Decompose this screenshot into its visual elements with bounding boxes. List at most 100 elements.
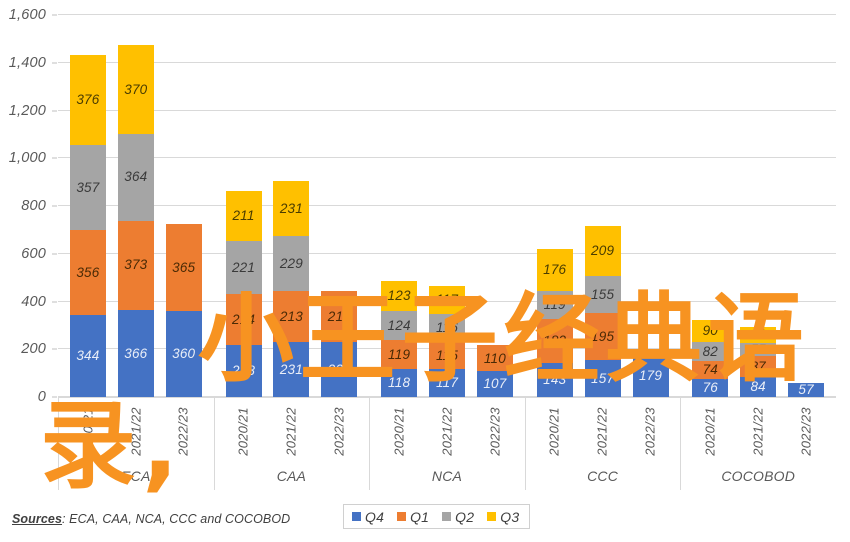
bar-segment-q3[interactable]: 211 (225, 190, 262, 242)
bar-segment-q3[interactable]: 209 (584, 226, 621, 276)
y-axis-tick-label: 1,600 (8, 7, 46, 23)
bar-segment-q2[interactable]: 229 (273, 236, 310, 292)
bar-segment-q4[interactable]: 366 (117, 309, 154, 397)
bar-stack[interactable]: 231 229 213 231 (273, 181, 310, 397)
bar-segment-q1[interactable]: 182 (536, 319, 573, 363)
bar-stack[interactable]: 176 119 182 143 (536, 249, 573, 397)
bar-segment-q4[interactable]: 57 (788, 382, 825, 398)
bar-segment-q4[interactable]: 218 (225, 344, 262, 397)
bar-segment-q2[interactable]: 221 (225, 241, 262, 294)
bar-segment-q2[interactable]: 82 (692, 341, 729, 362)
x-axis-tick: 2022/23 (176, 402, 192, 464)
bar-segment-q4[interactable]: 179 (632, 354, 669, 397)
bar-segment-q3[interactable]: 370 (117, 45, 154, 134)
legend-swatch-q1 (397, 512, 407, 521)
bar-segment-q2[interactable]: 364 (117, 133, 154, 221)
y-axis-tick-label: 1,400 (8, 54, 46, 71)
bar-segment-q1[interactable]: 110 (476, 345, 513, 372)
y-axis-tick-label: 1,200 (8, 102, 46, 119)
bar-stack[interactable]: 370 364 373 366 (117, 45, 154, 397)
x-axis-group-label-nca: NCA (431, 468, 463, 484)
bar-segment-q4[interactable]: 117 (429, 369, 465, 397)
source-value: : ECA, CAA, NCA, CCC and COCOBOD (62, 512, 291, 526)
bar-segment-q1[interactable]: 365 (165, 223, 202, 312)
bar-segment-q2[interactable]: 124 (381, 310, 418, 341)
bar-segment-q1[interactable]: 87 (740, 356, 777, 377)
legend-item-q3[interactable]: Q3 (487, 509, 519, 525)
bar-segment-q1[interactable]: 115 (429, 341, 465, 370)
bar-value-label: 376 (76, 92, 100, 108)
bar-value-label: 214 (231, 311, 256, 327)
legend-swatch-q4 (352, 512, 361, 521)
bar-segment-q1[interactable]: 214 (225, 293, 262, 345)
bar-value-label: 57 (798, 382, 814, 398)
bar-segment-q1[interactable]: 74 (692, 361, 729, 379)
bar-stack[interactable]: 376 357 356 344 (69, 54, 106, 397)
y-axis-tick-label: 1,000 (8, 150, 46, 167)
bar-segment-q1[interactable]: 213 (273, 291, 310, 342)
chart-legend[interactable]: Q4 Q1 Q2 Q3 (343, 504, 531, 529)
bar-value-label: 87 (750, 358, 766, 374)
bar-value-label: 231 (327, 361, 351, 377)
bar-segment-q3[interactable]: 231 (273, 181, 310, 237)
bar-segment-q3[interactable]: 90 (692, 320, 729, 342)
bar-stack[interactable]: 110 107 (476, 345, 513, 397)
bar-stack[interactable]: 123 124 119 118 (381, 281, 418, 397)
bar-segment-q4[interactable]: 118 (381, 368, 418, 397)
bar-segment-q4[interactable]: 107 (476, 371, 513, 397)
bar-segment-q1[interactable]: 212 (321, 291, 358, 342)
bar-segment-q3[interactable]: 176 (536, 249, 573, 292)
bar-segment-q2[interactable]: 55 (740, 343, 777, 357)
bar-stack[interactable]: 90 82 74 76 (692, 320, 729, 397)
bar-segment-q4[interactable]: 344 (69, 314, 106, 397)
bar-value-label: 117 (435, 292, 459, 308)
bar-segment-q2[interactable]: 357 (69, 144, 106, 230)
bar-segment-q1[interactable]: 373 (117, 220, 154, 310)
bar-segment-q4[interactable]: 231 (321, 341, 358, 397)
bar-segment-q2[interactable]: 119 (536, 291, 573, 320)
bar-value-label: 176 (543, 262, 567, 278)
x-axis-period-label: 2021/22 (750, 407, 766, 456)
bar-value-label: 110 (483, 350, 506, 366)
x-axis-group-label-ccc: CCC (587, 468, 619, 484)
bar-segment-q2[interactable]: 116 (429, 313, 465, 342)
legend-item-q4[interactable]: Q4 (352, 509, 384, 525)
x-axis-group-label-cocobod: COCOBOD (721, 468, 796, 484)
bar-segment-q4[interactable]: 84 (740, 376, 777, 397)
bar-segment-q1[interactable]: 356 (69, 229, 106, 315)
bar-segment-q4[interactable]: 157 (584, 359, 621, 397)
bar-segment-q4[interactable]: 76 (692, 378, 729, 397)
bar-segment-q1[interactable]: 195 (584, 312, 621, 360)
bar-stack[interactable]: 212 231 (321, 291, 358, 397)
bar-stack[interactable]: 68 55 87 84 (740, 326, 777, 397)
bar-stack[interactable]: 57 (788, 382, 825, 398)
bar-value-label: 123 (387, 288, 411, 304)
bar-stack[interactable]: 179 (632, 354, 669, 397)
bar-stack[interactable]: 209 155 195 157 (584, 226, 621, 397)
bar-stack[interactable]: 211 221 214 218 (225, 190, 262, 397)
legend-item-q2[interactable]: Q2 (442, 509, 474, 525)
x-axis-tick: 2021/22 (439, 402, 455, 464)
legend-label: Q1 (410, 508, 430, 525)
bar-segment-q4[interactable]: 231 (273, 341, 310, 397)
y-axis-tick-label: 200 (21, 341, 46, 358)
bar-segment-q3[interactable]: 376 (69, 54, 106, 145)
bar-segment-q4[interactable]: 360 (165, 311, 202, 397)
bar-value-label: 90 (702, 323, 718, 339)
bar-segment-q3[interactable]: 123 (381, 281, 418, 311)
bar-value-label: 116 (435, 320, 459, 336)
source-label: Sources (12, 512, 63, 526)
bar-stack[interactable]: 365 360 (165, 223, 202, 397)
bar-segment-q1[interactable]: 119 (381, 340, 418, 369)
bar-segment-q3[interactable]: 117 (429, 286, 465, 314)
legend-swatch-q2 (442, 512, 452, 521)
legend-item-q1[interactable]: Q1 (397, 509, 429, 525)
bar-stack[interactable]: 117 116 115 117 (429, 286, 465, 397)
source-note: Sources: ECA, CAA, NCA, CCC and COCOBOD (12, 512, 290, 526)
y-axis-tick-label: 0 (37, 389, 46, 405)
bar-segment-q2[interactable]: 155 (584, 275, 621, 313)
bar-segment-q4[interactable]: 143 (536, 362, 573, 397)
bar-segment-q3[interactable]: 68 (740, 326, 777, 344)
bar-value-label: 107 (483, 376, 507, 392)
bar-value-label: 157 (591, 370, 615, 386)
